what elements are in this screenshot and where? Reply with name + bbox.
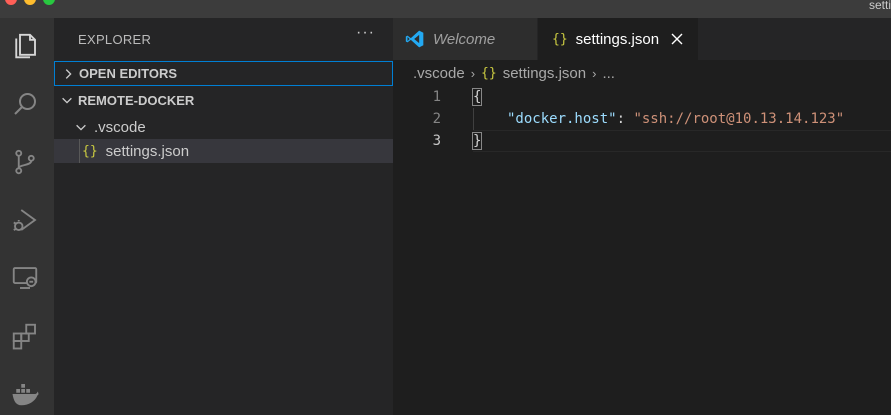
json-string-value: "ssh://root@10.13.14.123" [633,111,845,127]
chevron-down-icon [62,97,72,104]
chevron-down-icon [76,124,86,131]
chevron-right-icon: › [470,65,476,81]
search-icon [14,93,36,115]
code-content: } [471,130,483,152]
code-line: 2 "docker.host": "ssh://root@10.13.14.12… [393,108,891,130]
chevron-right-icon: › [592,65,597,81]
chevron-right-icon [65,68,72,79]
section-label: OPEN EDITORS [79,66,178,81]
activity-extensions[interactable] [9,320,41,352]
json-file-icon: {} [552,31,568,47]
explorer-sidebar: EXPLORER ··· OPEN EDITORS REMOTE-DOCKER … [54,18,393,415]
section-open-editors[interactable]: OPEN EDITORS [54,61,393,86]
activity-search[interactable] [9,88,41,120]
json-key: "docker.host" [507,111,617,127]
title-bar: setti [0,0,891,18]
run-debug-icon [13,209,37,231]
code-editor[interactable]: 1 { 2 "docker.host": "ssh://root@10.13.1… [393,86,891,415]
tree-item-vscode-folder[interactable]: .vscode [54,115,393,139]
close-window-button[interactable] [5,0,17,5]
tree-item-label: settings.json [105,142,190,160]
tree-item-label: .vscode [94,118,146,136]
activity-bar [0,18,54,415]
source-control-icon [15,149,35,175]
code-line: 1 { [393,86,891,108]
code-content: "docker.host": "ssh://root@10.13.14.123" [507,108,844,130]
bracket: { [471,88,483,106]
tab-settings-json[interactable]: {} settings.json [538,18,698,60]
window-title: setti [868,0,891,12]
zoom-window-button[interactable] [43,0,55,5]
activity-source-control[interactable] [9,146,41,178]
breadcrumb-item[interactable]: .vscode [413,65,465,82]
tab-welcome[interactable]: Welcome [393,18,537,60]
activity-remote-explorer[interactable] [9,262,41,294]
docker-icon [12,384,39,406]
remote-explorer-icon [12,267,38,289]
activity-run-debug[interactable] [9,204,41,236]
breadcrumb-item[interactable]: settings.json [503,65,586,82]
activity-explorer[interactable] [9,30,41,62]
files-icon [15,33,36,59]
line-number: 1 [432,89,441,105]
sidebar-title: EXPLORER [78,32,152,47]
tab-label: settings.json [575,30,660,48]
line-number: 3 [432,133,441,149]
breadcrumb: .vscode › {} settings.json › ... [393,60,891,86]
json-file-icon: {} [481,65,497,81]
line-number: 2 [432,111,441,127]
code-line: 3 } [393,130,891,152]
close-icon[interactable] [671,33,683,45]
indent-guide [79,139,80,163]
tree-item-settings-json[interactable]: {} settings.json [54,139,393,163]
code-content: { [471,86,483,108]
more-actions-button[interactable]: ··· [356,24,375,42]
bracket: } [471,132,483,150]
section-label: REMOTE-DOCKER [78,92,195,108]
editor-tabs: Welcome {} settings.json [393,18,891,60]
breadcrumb-item[interactable]: ... [602,65,615,82]
extensions-icon [12,323,36,350]
json-colon: : [616,111,634,127]
json-file-icon: {} [82,143,98,159]
vscode-logo-icon [405,30,424,48]
minimize-window-button[interactable] [24,0,36,5]
activity-docker[interactable] [9,378,41,410]
tab-label: Welcome [433,30,496,48]
section-remote-docker[interactable]: REMOTE-DOCKER [54,88,393,112]
